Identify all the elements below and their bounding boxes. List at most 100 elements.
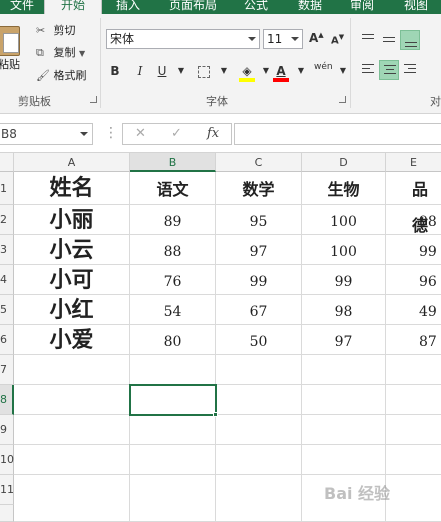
- align-right-button[interactable]: [400, 60, 420, 80]
- score-cell[interactable]: 98: [386, 205, 441, 235]
- table-header-subject[interactable]: 数学: [216, 172, 302, 205]
- score-cell[interactable]: 76: [130, 265, 216, 295]
- chevron-down-icon[interactable]: [291, 37, 299, 41]
- score-cell[interactable]: 97: [216, 235, 302, 265]
- cut-button[interactable]: ✂ 剪切: [36, 23, 76, 39]
- score-cell[interactable]: 95: [216, 205, 302, 235]
- align-top-button[interactable]: [358, 30, 378, 50]
- empty-cell[interactable]: [216, 445, 302, 475]
- chevron-down-icon[interactable]: [80, 132, 88, 136]
- score-cell[interactable]: 100: [302, 205, 386, 235]
- empty-cell[interactable]: [216, 385, 302, 415]
- score-cell[interactable]: 97: [302, 325, 386, 355]
- column-header-c[interactable]: C: [216, 153, 302, 172]
- empty-cell[interactable]: [14, 445, 130, 475]
- paste-icon[interactable]: [0, 26, 20, 56]
- student-name-cell[interactable]: 小丽: [14, 205, 130, 235]
- student-name-cell[interactable]: 小可: [14, 265, 130, 295]
- cancel-icon[interactable]: ✕: [135, 126, 146, 141]
- copy-button[interactable]: ⧉ 复制 ▼: [36, 45, 85, 61]
- column-header-e[interactable]: E: [386, 153, 441, 172]
- enter-icon[interactable]: ✓: [171, 126, 182, 141]
- grow-font-button[interactable]: A▲: [309, 31, 324, 45]
- empty-cell[interactable]: [14, 475, 130, 522]
- empty-cell[interactable]: [130, 475, 216, 522]
- fill-handle[interactable]: [213, 412, 218, 417]
- score-cell[interactable]: 88: [130, 235, 216, 265]
- column-header-d[interactable]: D: [302, 153, 386, 172]
- tab-view[interactable]: 视图: [396, 0, 436, 14]
- border-button[interactable]: [195, 62, 213, 80]
- table-header-subject[interactable]: 语文: [130, 172, 216, 205]
- paste-button-label[interactable]: 粘贴: [0, 56, 20, 72]
- student-name-cell[interactable]: 小云: [14, 235, 130, 265]
- score-cell[interactable]: 89: [130, 205, 216, 235]
- empty-cell[interactable]: [386, 355, 441, 385]
- column-header-b[interactable]: B: [130, 153, 216, 172]
- score-cell[interactable]: 67: [216, 295, 302, 325]
- chevron-down-icon[interactable]: [248, 37, 256, 41]
- empty-cell[interactable]: [386, 415, 441, 445]
- empty-cell[interactable]: [302, 445, 386, 475]
- font-color-dropdown-icon[interactable]: ▼: [292, 62, 310, 80]
- align-left-button[interactable]: [358, 60, 378, 80]
- format-painter-button[interactable]: 🖌 格式刷: [36, 68, 87, 84]
- score-cell[interactable]: 54: [130, 295, 216, 325]
- empty-cell[interactable]: [386, 445, 441, 475]
- clipboard-launcher-icon[interactable]: [90, 96, 97, 103]
- active-cell-b8[interactable]: [129, 384, 217, 416]
- row-header-selected[interactable]: 8: [0, 385, 14, 415]
- score-cell[interactable]: 99: [386, 235, 441, 265]
- table-header-subject[interactable]: 品德: [386, 172, 441, 235]
- row-header[interactable]: 11: [0, 475, 14, 505]
- select-all-corner[interactable]: [0, 153, 14, 172]
- student-name-cell[interactable]: 小爱: [14, 325, 130, 355]
- row-header[interactable]: [0, 505, 14, 522]
- italic-button[interactable]: I: [131, 62, 149, 80]
- tab-insert[interactable]: 插入: [108, 0, 148, 14]
- row-header[interactable]: 5: [0, 295, 14, 325]
- empty-cell[interactable]: [302, 385, 386, 415]
- empty-cell[interactable]: [216, 355, 302, 385]
- row-header[interactable]: 4: [0, 265, 14, 295]
- font-size-combobox[interactable]: 11: [263, 29, 303, 49]
- underline-dropdown-icon[interactable]: ▼: [172, 62, 190, 80]
- tab-home[interactable]: 开始: [44, 0, 102, 15]
- score-cell[interactable]: 99: [216, 265, 302, 295]
- table-header-subject[interactable]: 生物: [302, 172, 386, 205]
- student-name-cell[interactable]: 小红: [14, 295, 130, 325]
- score-cell[interactable]: 50: [216, 325, 302, 355]
- empty-cell[interactable]: [216, 475, 302, 522]
- align-center-button[interactable]: [379, 60, 399, 80]
- bold-button[interactable]: B: [106, 62, 124, 80]
- font-name-combobox[interactable]: 宋体: [106, 29, 260, 49]
- tab-page-layout[interactable]: 页面布局: [160, 0, 226, 14]
- score-cell[interactable]: 99: [302, 265, 386, 295]
- font-launcher-icon[interactable]: [339, 96, 346, 103]
- insert-function-icon[interactable]: fx: [207, 126, 219, 141]
- score-cell[interactable]: 96: [386, 265, 441, 295]
- align-bottom-button[interactable]: [400, 30, 420, 50]
- shrink-font-button[interactable]: A▼: [331, 33, 344, 46]
- empty-cell[interactable]: [14, 355, 130, 385]
- border-dropdown-icon[interactable]: ▼: [215, 62, 233, 80]
- score-cell[interactable]: 98: [302, 295, 386, 325]
- score-cell[interactable]: 80: [130, 325, 216, 355]
- underline-button[interactable]: U: [153, 62, 171, 80]
- empty-cell[interactable]: [130, 445, 216, 475]
- empty-cell[interactable]: [216, 415, 302, 445]
- row-header[interactable]: 7: [0, 355, 14, 385]
- row-header[interactable]: 9: [0, 415, 14, 445]
- tab-review[interactable]: 审阅: [342, 0, 382, 14]
- tab-formulas[interactable]: 公式: [236, 0, 276, 14]
- fill-color-button[interactable]: ◈: [238, 62, 256, 82]
- table-header-name[interactable]: 姓名: [14, 172, 130, 205]
- empty-cell[interactable]: [14, 385, 130, 415]
- row-header[interactable]: 1: [0, 172, 14, 205]
- font-color-button[interactable]: A: [272, 62, 290, 82]
- row-header[interactable]: 10: [0, 445, 14, 475]
- row-header[interactable]: 2: [0, 205, 14, 235]
- name-box[interactable]: B8: [0, 123, 93, 145]
- row-header[interactable]: 3: [0, 235, 14, 265]
- tab-file[interactable]: 文件: [0, 0, 44, 14]
